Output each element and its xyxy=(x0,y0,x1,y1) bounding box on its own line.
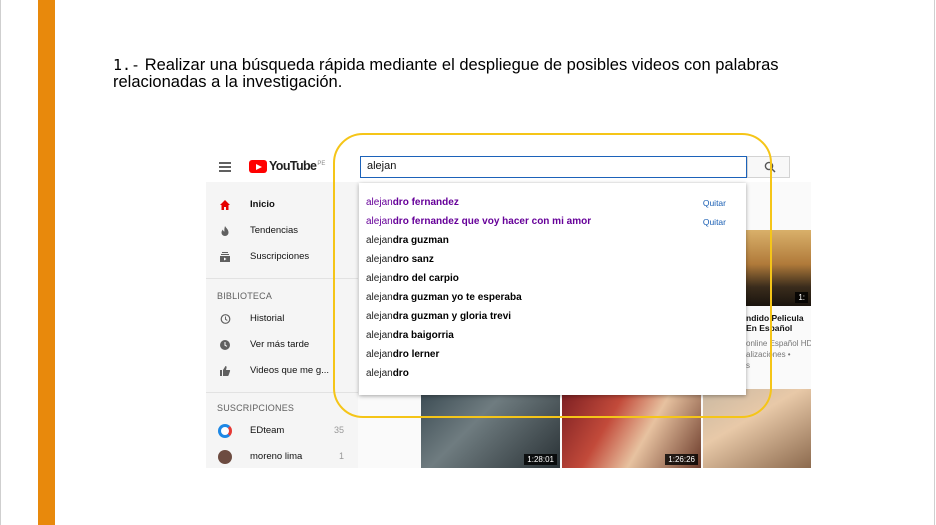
subscription-count: 35 xyxy=(333,425,344,435)
home-icon xyxy=(220,200,230,210)
slide-accent-bar xyxy=(38,0,55,525)
remove-suggestion-link[interactable]: Quitar xyxy=(703,216,726,228)
subscriptions-heading: SUSCRIPCIONES xyxy=(217,403,295,413)
suggestion-completion: dra guzman yo te esperaba xyxy=(392,292,522,303)
search-input-value: alejan xyxy=(367,160,397,172)
youtube-play-icon xyxy=(249,160,267,173)
sidebar-item-historial[interactable]: Historial xyxy=(206,307,358,331)
suggestion-completion: dro sanz xyxy=(392,254,434,265)
sidebar-item-inicio[interactable]: Inicio xyxy=(206,193,358,217)
suggestion-completion: dro lerner xyxy=(392,349,440,360)
suggestion-item[interactable]: alejandra guzman yo te esperaba xyxy=(366,289,736,308)
sidebar-item-label: Tendencias xyxy=(250,225,299,236)
thumbs-up-icon xyxy=(220,366,231,376)
sidebar-item-suscripciones[interactable]: Suscripciones xyxy=(206,245,358,269)
suggestion-completion: dra guzman y gloria trevi xyxy=(392,311,512,322)
video-duration: 1:26:26 xyxy=(665,454,698,465)
video-channel: online Español HD xyxy=(746,339,811,348)
flame-icon xyxy=(221,226,229,236)
video-thumbnail[interactable]: 1: xyxy=(745,230,811,306)
channel-avatar xyxy=(218,424,232,438)
suggestion-item[interactable]: alejandro sanz xyxy=(366,251,736,270)
suggestion-item[interactable]: alejandro fernandez que voy hacer con mi… xyxy=(366,213,736,232)
sidebar-item-label: Suscripciones xyxy=(250,251,310,262)
video-thumbnail[interactable] xyxy=(703,389,811,468)
instruction-text: 1.- Realizar una búsqueda rápida mediant… xyxy=(113,57,873,91)
suggestion-prefix: alejan xyxy=(366,330,393,341)
subscription-item-edteam[interactable]: EDteam 35 xyxy=(206,419,358,443)
sidebar: Inicio Tendencias Suscripciones BIBLIOTE… xyxy=(206,182,358,468)
suggestion-completion: dro del carpio xyxy=(392,273,459,284)
youtube-screenshot: YouTube PE alejan Inicio Tendencias Susc… xyxy=(206,150,811,468)
suggestion-completion: dra baigorria xyxy=(392,330,454,341)
sidebar-item-ver-mas-tarde[interactable]: Ver más tarde xyxy=(206,333,358,357)
channel-avatar xyxy=(218,450,232,464)
search-suggestions-dropdown: alejandro fernandez Quitar alejandro fer… xyxy=(359,183,746,395)
video-views: alizaciones • xyxy=(746,350,791,359)
sidebar-divider xyxy=(206,278,358,279)
sidebar-item-label: Videos que me g... xyxy=(250,365,330,376)
suggestion-prefix: alejan xyxy=(366,216,393,227)
suggestion-prefix: alejan xyxy=(366,368,393,379)
suggestion-completion: dra guzman xyxy=(392,235,449,246)
suggestion-completion: dro fernandez que voy hacer con mi amor xyxy=(392,216,592,227)
video-title[interactable]: En Español xyxy=(746,323,792,333)
suggestion-prefix: alejan xyxy=(366,292,393,303)
suggestion-completion: dro xyxy=(392,368,409,379)
subscription-label: EDteam xyxy=(250,425,285,436)
country-code: PE xyxy=(317,161,326,167)
suggestion-item[interactable]: alejandro xyxy=(366,365,736,384)
suggestion-item[interactable]: alejandra guzman xyxy=(366,232,736,251)
subscription-count: 1 xyxy=(338,451,344,461)
suggestion-prefix: alejan xyxy=(366,235,393,246)
sidebar-item-label: Ver más tarde xyxy=(250,339,310,350)
video-date: s xyxy=(746,361,750,370)
subscriptions-icon xyxy=(220,252,230,262)
sidebar-item-label: Inicio xyxy=(250,199,275,210)
sidebar-item-label: Historial xyxy=(250,313,285,324)
subscription-item-moreno-lima[interactable]: moreno lima 1 xyxy=(206,445,358,468)
youtube-logo[interactable]: YouTube PE xyxy=(249,160,325,174)
video-title[interactable]: ndido Pelicula xyxy=(746,313,804,323)
suggestion-prefix: alejan xyxy=(366,273,393,284)
youtube-logo-text: YouTube xyxy=(269,159,317,173)
suggestion-item[interactable]: alejandra baigorria xyxy=(366,327,736,346)
library-heading: BIBLIOTECA xyxy=(217,291,273,301)
slide-border-right xyxy=(934,0,935,525)
history-icon xyxy=(220,314,231,324)
video-duration: 1: xyxy=(795,292,808,303)
video-duration: 1:28:01 xyxy=(524,454,557,465)
remove-suggestion-link[interactable]: Quitar xyxy=(703,197,726,209)
subscription-label: moreno lima xyxy=(250,451,303,462)
suggestion-prefix: alejan xyxy=(366,254,393,265)
search-button[interactable] xyxy=(747,156,790,178)
suggestion-prefix: alejan xyxy=(366,197,393,208)
search-input[interactable]: alejan xyxy=(360,156,747,178)
clock-icon xyxy=(220,340,230,350)
suggestion-item[interactable]: alejandro fernandez Quitar xyxy=(366,194,736,213)
suggestion-prefix: alejan xyxy=(366,349,393,360)
suggestion-item[interactable]: alejandro del carpio xyxy=(366,270,736,289)
instruction-body: Realizar una búsqueda rápida mediante el… xyxy=(113,56,779,91)
suggestion-item[interactable]: alejandra guzman y gloria trevi xyxy=(366,308,736,327)
menu-icon[interactable] xyxy=(219,162,231,172)
suggestion-prefix: alejan xyxy=(366,311,393,322)
sidebar-divider xyxy=(206,392,358,393)
video-thumbnail[interactable]: 1:28:01 xyxy=(421,389,560,468)
suggestion-item[interactable]: alejandro lerner xyxy=(366,346,736,365)
search-icon xyxy=(764,161,776,173)
suggestion-completion: dro fernandez xyxy=(392,197,459,208)
instruction-number: 1.- xyxy=(113,56,141,74)
sidebar-item-videos-que-me-gustan[interactable]: Videos que me g... xyxy=(206,359,358,383)
sidebar-item-tendencias[interactable]: Tendencias xyxy=(206,219,358,243)
slide-border-left xyxy=(0,0,1,525)
video-thumbnail[interactable]: 1:26:26 xyxy=(562,389,701,468)
